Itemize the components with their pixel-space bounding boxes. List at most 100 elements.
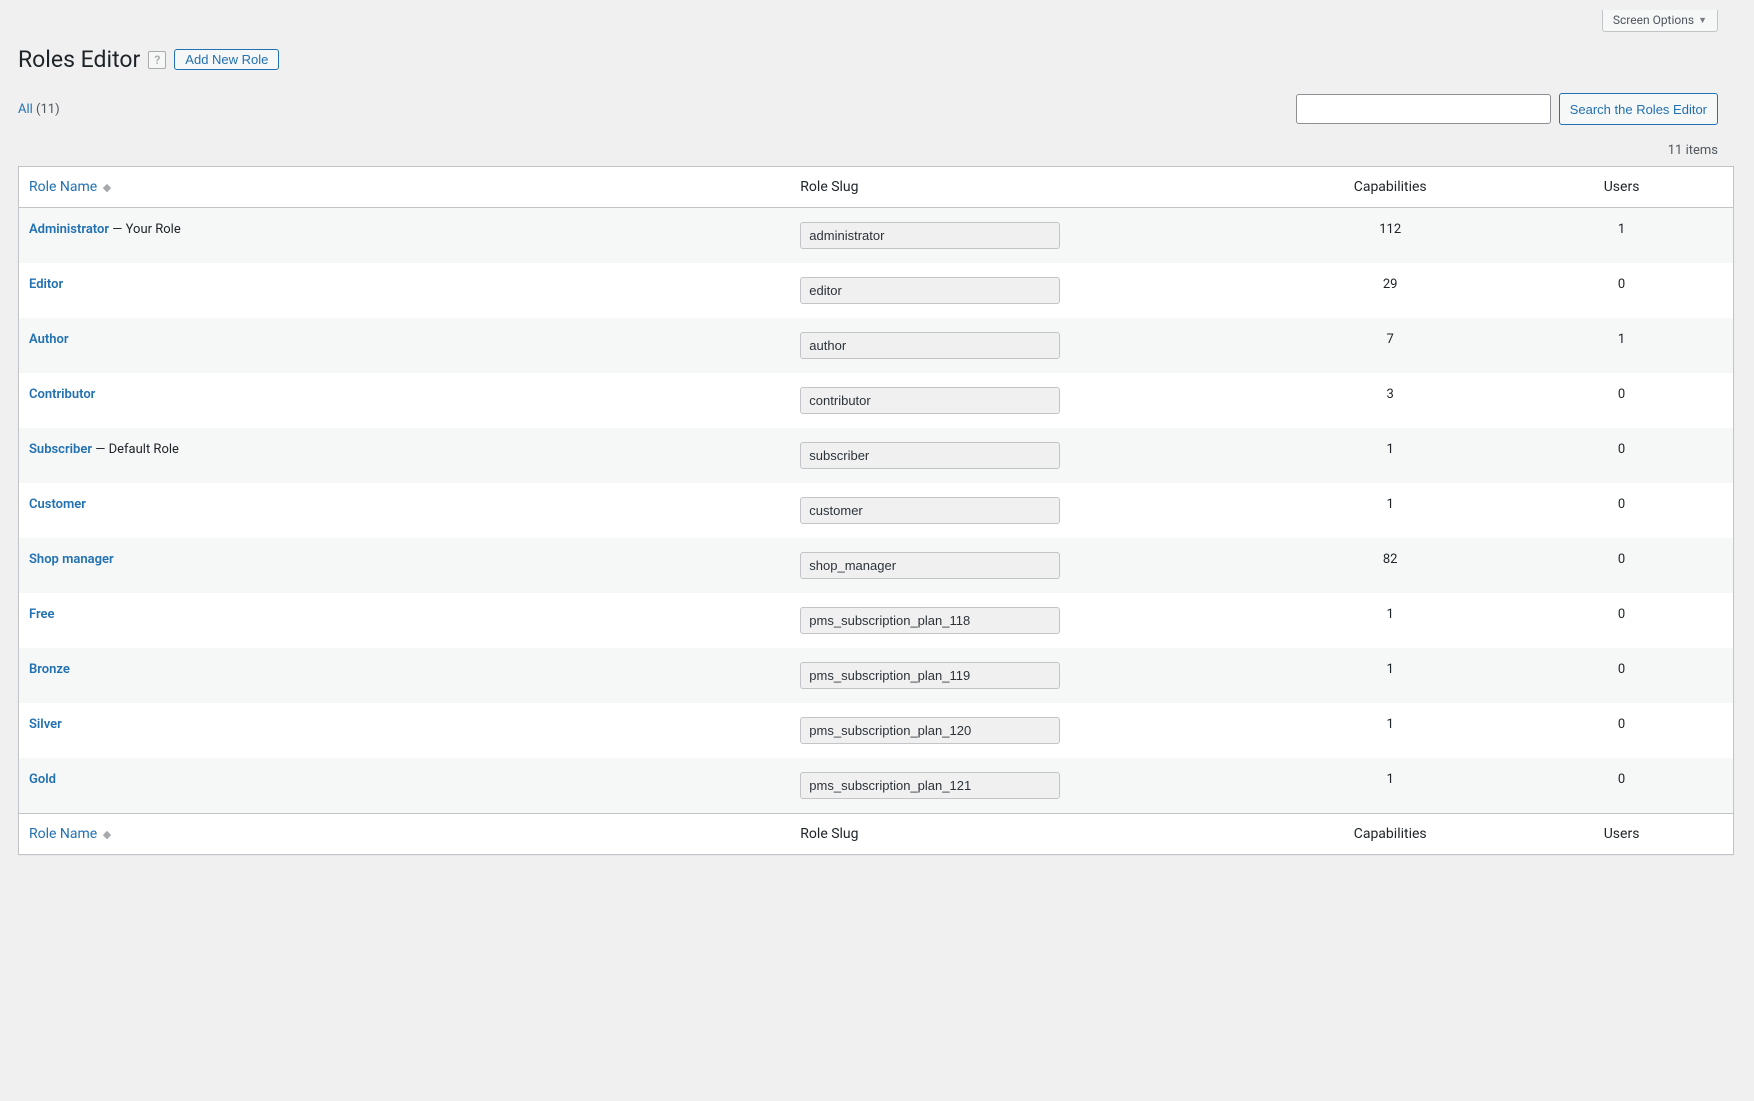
table-row: Editor 290 (19, 263, 1733, 318)
table-row: Silver10 (19, 703, 1733, 758)
cell-role-name: Silver (19, 703, 790, 758)
cell-role-name: Author (19, 318, 790, 373)
col-footer-caps: Capabilities (1270, 813, 1510, 854)
search-area: Search the Roles Editor (1296, 93, 1718, 125)
table-header-row: Role Name ◆ Role Slug Capabilities Users (19, 167, 1733, 208)
role-slug-input[interactable] (800, 662, 1060, 689)
role-slug-input[interactable] (800, 222, 1060, 249)
roles-table: Role Name ◆ Role Slug Capabilities Users… (18, 166, 1734, 855)
table-row: Gold 10 (19, 758, 1733, 813)
role-name-link[interactable]: Editor (29, 277, 63, 292)
cell-role-name: Contributor (19, 373, 790, 428)
cell-role-slug (790, 318, 1270, 373)
cell-capabilities: 1 (1270, 703, 1510, 758)
col-footer-name-label: Role Name (29, 826, 97, 842)
filter-search-row: All (11) Search the Roles Editor (2, 93, 1734, 125)
cell-users: 0 (1510, 648, 1733, 703)
table-row: Contributor30 (19, 373, 1733, 428)
role-name-link[interactable]: Shop manager (29, 552, 114, 567)
top-bar: Screen Options ▼ (2, 10, 1734, 32)
role-name-link[interactable]: Customer (29, 497, 86, 512)
col-footer-slug: Role Slug (790, 813, 1270, 854)
cell-capabilities: 7 (1270, 318, 1510, 373)
cell-role-slug (790, 428, 1270, 483)
cell-role-slug (790, 758, 1270, 813)
page-header: Roles Editor ? Add New Role (2, 42, 1734, 93)
role-slug-input[interactable] (800, 607, 1060, 634)
role-name-link[interactable]: Gold (29, 772, 56, 787)
chevron-down-icon: ▼ (1698, 15, 1707, 26)
cell-role-slug (790, 593, 1270, 648)
cell-users: 0 (1510, 483, 1733, 538)
cell-users: 0 (1510, 428, 1733, 483)
items-count: 11 items (1668, 143, 1718, 158)
cell-users: 1 (1510, 208, 1733, 263)
role-name-link[interactable]: Free (29, 607, 55, 622)
role-slug-input[interactable] (800, 442, 1060, 469)
role-name-link[interactable]: Bronze (29, 662, 70, 677)
table-row: Administrator — Your Role1121 (19, 208, 1733, 263)
help-icon[interactable]: ? (148, 51, 166, 69)
screen-options-toggle[interactable]: Screen Options ▼ (1602, 10, 1718, 32)
roles-tbody: Administrator — Your Role1121Editor290Au… (19, 208, 1733, 813)
role-slug-input[interactable] (800, 552, 1060, 579)
col-header-slug: Role Slug (790, 167, 1270, 208)
role-slug-input[interactable] (800, 717, 1060, 744)
cell-users: 0 (1510, 263, 1733, 318)
col-header-users: Users (1510, 167, 1733, 208)
search-input[interactable] (1296, 94, 1551, 124)
cell-role-name: Editor (19, 263, 790, 318)
col-footer-users: Users (1510, 813, 1733, 854)
cell-capabilities: 1 (1270, 483, 1510, 538)
cell-role-slug (790, 208, 1270, 263)
role-slug-input[interactable] (800, 332, 1060, 359)
cell-role-slug (790, 703, 1270, 758)
cell-role-name: Gold (19, 758, 790, 813)
cell-capabilities: 1 (1270, 758, 1510, 813)
cell-users: 1 (1510, 318, 1733, 373)
cell-role-slug (790, 263, 1270, 318)
cell-role-slug (790, 648, 1270, 703)
role-name-link[interactable]: Silver (29, 717, 62, 732)
role-name-link[interactable]: Author (29, 332, 69, 347)
cell-capabilities: 1 (1270, 428, 1510, 483)
role-note: — Your Role (109, 222, 181, 237)
col-header-name[interactable]: Role Name ◆ (19, 167, 790, 208)
role-slug-input[interactable] (800, 387, 1060, 414)
role-name-link[interactable]: Administrator (29, 222, 109, 237)
col-header-name-label: Role Name (29, 179, 97, 195)
table-row: Subscriber — Default Role 10 (19, 428, 1733, 483)
cell-role-name: Customer (19, 483, 790, 538)
role-name-link[interactable]: Subscriber (29, 442, 92, 457)
cell-capabilities: 29 (1270, 263, 1510, 318)
filter-all-link[interactable]: All (18, 102, 33, 117)
cell-users: 0 (1510, 758, 1733, 813)
cell-capabilities: 1 (1270, 593, 1510, 648)
cell-users: 0 (1510, 593, 1733, 648)
sort-icon: ◆ (103, 181, 111, 194)
page-wrap: Screen Options ▼ Roles Editor ? Add New … (0, 0, 1754, 885)
search-button[interactable]: Search the Roles Editor (1559, 93, 1718, 125)
role-note: — Default Role (92, 442, 179, 457)
col-header-caps: Capabilities (1270, 167, 1510, 208)
cell-users: 0 (1510, 373, 1733, 428)
filter-links: All (11) (18, 102, 60, 117)
cell-role-slug (790, 538, 1270, 593)
cell-role-name: Administrator — Your Role (19, 208, 790, 263)
cell-capabilities: 1 (1270, 648, 1510, 703)
col-footer-name[interactable]: Role Name ◆ (19, 813, 790, 854)
tablenav-top: 11 items (2, 143, 1734, 166)
role-slug-input[interactable] (800, 772, 1060, 799)
cell-role-name: Bronze (19, 648, 790, 703)
role-slug-input[interactable] (800, 497, 1060, 524)
cell-role-slug (790, 373, 1270, 428)
add-new-role-button[interactable]: Add New Role (174, 49, 279, 70)
role-slug-input[interactable] (800, 277, 1060, 304)
cell-role-slug (790, 483, 1270, 538)
table-row: Shop manager820 (19, 538, 1733, 593)
table-row: Customer 10 (19, 483, 1733, 538)
role-name-link[interactable]: Contributor (29, 387, 95, 402)
screen-options-label: Screen Options (1613, 13, 1694, 27)
cell-capabilities: 82 (1270, 538, 1510, 593)
cell-role-name: Free (19, 593, 790, 648)
